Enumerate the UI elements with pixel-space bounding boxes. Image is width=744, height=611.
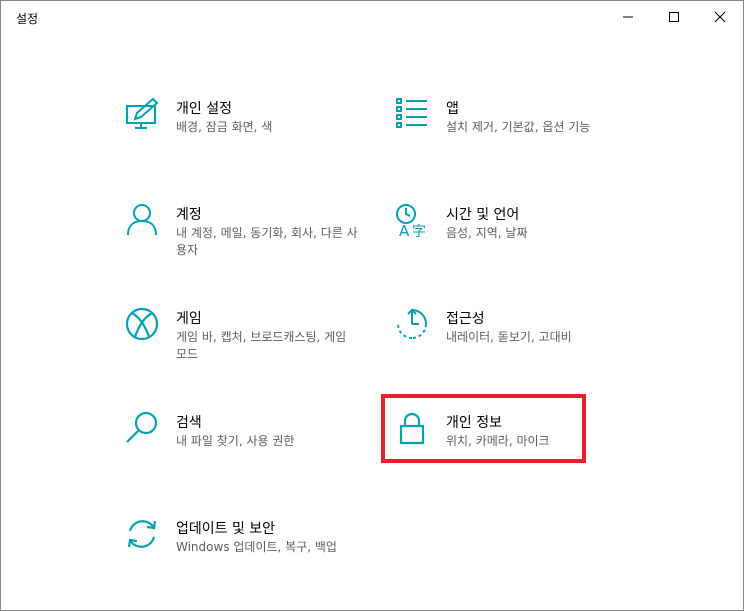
settings-item-ease-of-access[interactable]: 접근성 내레이터, 돋보기, 고대비 — [395, 307, 615, 367]
item-description: 배경, 잠금 화면, 색 — [176, 120, 273, 134]
item-description: 위치, 카메라, 마이크 — [446, 434, 550, 448]
item-label: 검색 — [176, 415, 202, 431]
personalization-icon — [125, 97, 159, 131]
item-label: 앱 — [446, 101, 459, 117]
item-description: 설치 제거, 기본값, 옵션 기능 — [446, 120, 591, 134]
ease-of-access-icon — [395, 307, 429, 341]
item-description: 내 계정, 메일, 동기화, 회사, 다른 사용자 — [176, 226, 358, 257]
accounts-icon — [125, 203, 159, 237]
maximize-icon — [669, 12, 679, 22]
update-sync-icon — [125, 517, 159, 551]
item-label: 게임 — [176, 311, 202, 327]
item-label: 계정 — [176, 207, 202, 223]
settings-item-apps[interactable]: 앱 설치 제거, 기본값, 옵션 기능 — [395, 97, 615, 157]
time-language-icon: A 字 — [395, 203, 429, 237]
settings-window: 설정 개인 설정 배경, 잠금 화면, 색 앱 설치 제거, 기본값, 옵션 기… — [0, 0, 744, 611]
settings-item-gaming[interactable]: 게임 게임 바, 캡처, 브로드캐스팅, 게임 모드 — [125, 307, 346, 367]
svg-text:字: 字 — [412, 224, 426, 237]
search-icon — [125, 411, 159, 445]
settings-item-privacy[interactable]: 개인 정보 위치, 카메라, 마이크 — [395, 411, 615, 471]
item-description: Windows 업데이트, 복구, 백업 — [176, 540, 337, 554]
lock-icon — [395, 411, 429, 445]
item-label: 개인 정보 — [446, 415, 502, 431]
minimize-button[interactable] — [605, 1, 651, 33]
item-label: 개인 설정 — [176, 101, 232, 117]
window-title: 설정 — [16, 12, 39, 26]
close-icon — [714, 11, 726, 23]
settings-item-personalization[interactable]: 개인 설정 배경, 잠금 화면, 색 — [125, 97, 345, 157]
item-description: 게임 바, 캡처, 브로드캐스팅, 게임 모드 — [176, 330, 347, 361]
apps-icon — [395, 97, 429, 131]
title-bar[interactable]: 설정 — [1, 1, 743, 33]
item-description: 내 파일 찾기, 사용 권한 — [176, 434, 295, 448]
settings-item-update-security[interactable]: 업데이트 및 보안 Windows 업데이트, 복구, 백업 — [125, 517, 345, 577]
maximize-button[interactable] — [651, 1, 697, 33]
svg-text:A: A — [399, 222, 410, 237]
settings-item-time-language[interactable]: A 字 시간 및 언어 음성, 지역, 날짜 — [395, 203, 615, 263]
item-label: 시간 및 언어 — [446, 207, 520, 223]
minimize-icon — [623, 16, 633, 18]
item-description: 내레이터, 돋보기, 고대비 — [446, 330, 572, 344]
item-label: 접근성 — [446, 311, 485, 327]
close-button[interactable] — [697, 1, 743, 33]
settings-item-accounts[interactable]: 계정 내 계정, 메일, 동기화, 회사, 다른 사용자 — [125, 203, 358, 263]
xbox-icon — [125, 307, 159, 341]
settings-item-search[interactable]: 검색 내 파일 찾기, 사용 권한 — [125, 411, 345, 471]
item-label: 업데이트 및 보안 — [176, 521, 276, 537]
item-description: 음성, 지역, 날짜 — [446, 226, 528, 240]
